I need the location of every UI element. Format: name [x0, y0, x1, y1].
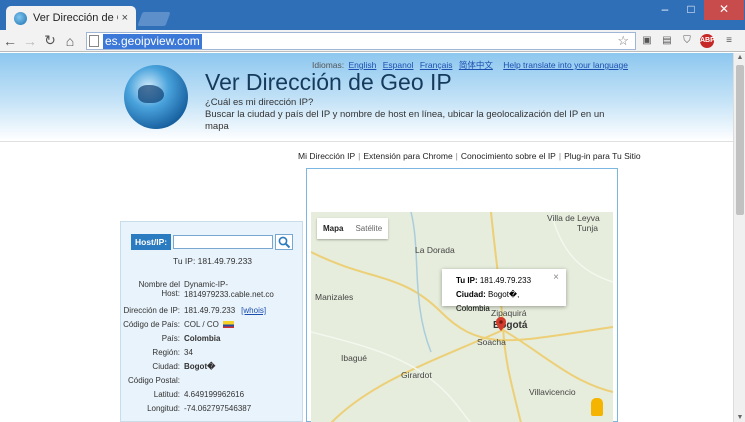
- pegman-icon[interactable]: [591, 398, 603, 416]
- new-tab-button[interactable]: [137, 12, 171, 26]
- search-button[interactable]: [275, 234, 294, 250]
- place-ibague: Ibagué: [341, 353, 367, 363]
- scroll-down-icon[interactable]: ▼: [734, 414, 745, 421]
- host-value: Dynamic-IP- 1814979233.cable.net.co: [184, 280, 274, 299]
- latitude-value: 4.649199962616: [184, 390, 245, 399]
- whois-link[interactable]: [whois]: [241, 306, 266, 315]
- top-nav: Mi Dirección IP | Extensión para Chrome | Co…: [298, 151, 641, 161]
- info-row-longitude: Longitud: -74.062797546387: [121, 404, 304, 414]
- cast-icon[interactable]: ▤: [660, 34, 674, 48]
- browser-toolbar: ← → ↻ ⌂ es.geoipview.com ☆ ▣ ▤ ⛉ ABP ≡: [0, 30, 745, 52]
- google-map[interactable]: Mapa Satélite Villa de Leyva Tunja La Do…: [311, 212, 613, 422]
- subtitle-description: Buscar la ciudad y país del IP y nombre …: [205, 109, 605, 132]
- country-label: País:: [161, 334, 180, 343]
- map-type-mapa[interactable]: Mapa: [317, 218, 349, 239]
- page-scrollbar[interactable]: ▲ ▼: [733, 53, 745, 422]
- region-value: 34: [184, 348, 193, 357]
- globe-favicon-icon: [14, 11, 27, 25]
- info-row-latitude: Latitud: 4.649199962616: [121, 390, 304, 400]
- region-label: Región:: [152, 348, 180, 357]
- longitude-label: Longitud:: [147, 404, 180, 413]
- info-row-host: Nombre del Host: Dynamic-IP- 1814979233.c…: [121, 280, 304, 300]
- postal-label: Código Postal:: [127, 376, 180, 385]
- ip-label: Dirección de IP:: [123, 306, 180, 315]
- popup-ip-line: Tu IP: 181.49.79.233: [456, 276, 532, 285]
- forward-icon[interactable]: →: [20, 33, 40, 49]
- place-soacha: Soacha: [477, 337, 506, 347]
- shield-icon[interactable]: ⛉: [680, 34, 694, 48]
- reload-icon[interactable]: ↻: [40, 32, 60, 49]
- search-row: Host/IP:: [131, 234, 294, 250]
- popup-close-icon[interactable]: ×: [553, 271, 559, 285]
- info-row-postal: Código Postal:: [121, 376, 304, 385]
- page-icon: [89, 35, 99, 47]
- back-icon[interactable]: ←: [0, 33, 20, 49]
- maximize-icon[interactable]: □: [678, 0, 704, 20]
- browser-tab[interactable]: Ver Dirección de Geo IP ×: [6, 6, 136, 30]
- longitude-value: -74.062797546387: [184, 404, 252, 413]
- ip-info-panel: Host/IP: Tu IP: 181.49.79.233 Nombre del…: [120, 221, 303, 422]
- country-code-label: Código de País:: [123, 320, 180, 329]
- city-label: Ciudad:: [152, 362, 180, 371]
- globe-logo-icon: [124, 65, 188, 129]
- divider: [0, 141, 733, 142]
- address-bar[interactable]: es.geoipview.com ☆: [86, 32, 636, 50]
- host-label: Nombre del Host:: [138, 280, 180, 298]
- map-info-window: Tu IP: 181.49.79.233 Ciudad: Bogot�, Col…: [442, 269, 566, 313]
- home-icon[interactable]: ⌂: [60, 33, 80, 49]
- city-value: Bogot�: [184, 362, 216, 371]
- info-row-country-code: Código de País: COL / CO: [121, 320, 304, 330]
- map-type-control: Mapa Satélite: [317, 218, 389, 239]
- place-villavicencio: Villavicencio: [529, 387, 576, 397]
- subtitle-question: ¿Cuál es mi dirección IP?: [205, 97, 314, 108]
- nav-conocimiento[interactable]: Conocimiento sobre el IP: [461, 151, 556, 161]
- lang-chinese[interactable]: 简体中文: [459, 60, 493, 70]
- tab-title: Ver Dirección de Geo IP: [33, 12, 118, 24]
- star-icon[interactable]: ☆: [617, 33, 629, 49]
- map-container: Mapa Satélite Villa de Leyva Tunja La Do…: [306, 168, 618, 422]
- your-ip-text: Tu IP: 181.49.79.233: [172, 256, 253, 266]
- ip-value: 181.49.79.233 [whois]: [184, 306, 267, 315]
- extension-icon[interactable]: ▣: [640, 34, 654, 48]
- search-icon: [278, 236, 290, 248]
- nav-mi-ip[interactable]: Mi Dirección IP: [298, 151, 355, 161]
- nav-extension[interactable]: Extensión para Chrome: [363, 151, 452, 161]
- scroll-thumb[interactable]: [736, 65, 744, 215]
- web-page: Idiomas: English Espanol Français 简体中文 H…: [0, 53, 733, 422]
- adblock-icon[interactable]: ABP: [700, 34, 715, 48]
- country-code-value: COL / CO: [184, 320, 304, 330]
- postal-value: [184, 376, 304, 385]
- info-row-city: Ciudad: Bogot�: [121, 362, 304, 372]
- tab-close-icon[interactable]: ×: [122, 12, 128, 24]
- site-header: Idiomas: English Espanol Français 简体中文 H…: [0, 53, 733, 141]
- host-ip-label: Host/IP:: [131, 234, 172, 250]
- colombia-flag-icon: [222, 321, 234, 329]
- place-villa-de-leyva: Villa de Leyva: [547, 213, 600, 223]
- map-pin-icon[interactable]: [496, 317, 506, 331]
- window-close-icon[interactable]: ✕: [704, 0, 744, 20]
- url-text[interactable]: es.geoipview.com: [103, 33, 202, 49]
- info-row-region: Región: 34: [121, 348, 304, 358]
- page-title: Ver Dirección de Geo IP: [205, 69, 452, 95]
- country-value: Colombia: [184, 334, 221, 343]
- place-girardot: Girardot: [401, 370, 432, 380]
- latitude-label: Latitud:: [153, 390, 180, 399]
- page-subtitle: ¿Cuál es mi dirección IP? Buscar la ciud…: [205, 97, 605, 133]
- info-row-ip: Dirección de IP: 181.49.79.233 [whois]: [121, 306, 304, 316]
- minimize-icon[interactable]: –: [652, 0, 678, 20]
- nav-plugin[interactable]: Plug-in para Tu Sitio: [564, 151, 641, 161]
- translate-link[interactable]: Help translate into your language: [503, 60, 628, 70]
- place-manizales: Manizales: [315, 292, 354, 302]
- menu-icon[interactable]: ≡: [722, 34, 736, 48]
- map-type-satelite[interactable]: Satélite: [349, 218, 388, 239]
- scroll-up-icon[interactable]: ▲: [734, 54, 745, 61]
- tab-strip: Ver Dirección de Geo IP × – □ ✕: [0, 0, 745, 30]
- place-tunja: Tunja: [577, 223, 598, 233]
- host-ip-input[interactable]: [173, 235, 274, 249]
- place-la-dorada: La Dorada: [415, 245, 455, 255]
- popup-city-line: Ciudad: Bogot�, Colombia: [456, 290, 520, 313]
- info-row-country: País: Colombia: [121, 334, 304, 344]
